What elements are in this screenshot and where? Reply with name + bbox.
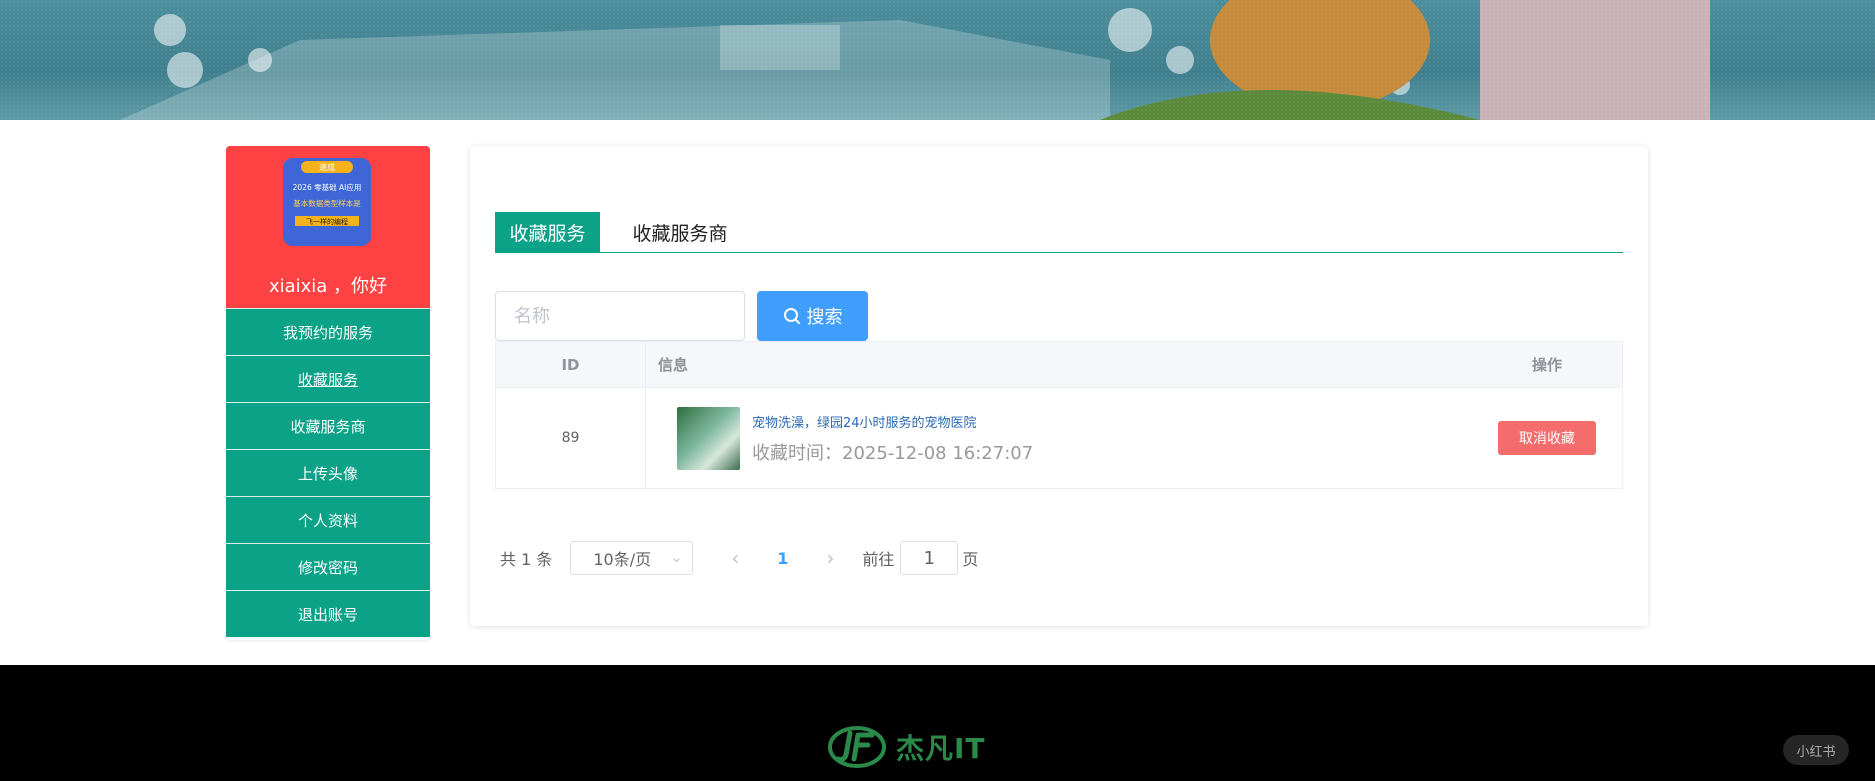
page-number-current[interactable]: 1: [755, 549, 810, 568]
page-footer: 杰凡IT 小红书: [0, 665, 1875, 781]
favorite-time: 收藏时间：2025-12-08 16:27:07: [752, 442, 1034, 464]
pagination-total: 共 1 条: [500, 550, 553, 569]
search-input[interactable]: [495, 291, 745, 341]
profile-panel: 速成 2026 零基础 AI应用 基本数据类型样本是 飞一样的编程 xiaixi…: [226, 146, 430, 308]
search-icon: [783, 308, 800, 324]
avatar-caption-3: 基本数据类型样本是: [293, 198, 361, 208]
sidebar-item-label: 收藏服务商: [290, 417, 366, 436]
sidebar-item-logout[interactable]: 退出账号: [226, 590, 430, 637]
sidebar-item-profile[interactable]: 个人资料: [226, 496, 430, 543]
banner-illustration: [120, 0, 1710, 120]
page-size-select[interactable]: 10条/页 ⌄: [570, 541, 694, 575]
goto-suffix: 页: [962, 550, 979, 569]
sidebar-item-label: 个人资料: [297, 511, 358, 530]
row-actions: 取消收藏: [1472, 388, 1622, 488]
sidebar-item-label: 退出账号: [297, 605, 358, 624]
goto-page-input[interactable]: [900, 541, 959, 575]
row-info-text: 宠物洗澡，绿园24小时服务的宠物医院 收藏时间：2025-12-08 16:27…: [752, 412, 1033, 465]
pagination: 共 1 条 10条/页 ⌄ ‹ 1 › 前往 页: [500, 540, 978, 576]
tab-favorite-providers[interactable]: 收藏服务商: [615, 212, 745, 252]
search-button-label: 搜索: [806, 307, 843, 328]
row-id: 89: [496, 388, 646, 488]
tab-bar: 收藏服务 收藏服务商: [495, 212, 1623, 253]
chevron-down-icon: ⌄: [670, 550, 683, 566]
sidebar-item-my-bookings[interactable]: 我预约的服务: [226, 308, 430, 355]
avatar-caption-1: 速成: [319, 162, 335, 172]
brand-logo-text: 杰凡IT: [896, 732, 986, 765]
tab-favorite-services[interactable]: 收藏服务: [495, 212, 600, 252]
user-greeting: xiaixia ，你好: [268, 276, 388, 297]
table-header: ID 信息 操作: [496, 342, 1622, 388]
sidebar-item-favorite-providers[interactable]: 收藏服务商: [226, 402, 430, 449]
header-banner: [0, 0, 1875, 120]
sidebar-item-label: 收藏服务: [297, 370, 358, 389]
goto-prefix: 前往: [862, 550, 895, 569]
column-header-actions: 操作: [1531, 356, 1562, 374]
service-thumbnail[interactable]: [677, 406, 740, 470]
search-button[interactable]: 搜索: [757, 291, 868, 341]
avatar-image: 速成 2026 零基础 AI应用 基本数据类型样本是 飞一样的编程: [283, 158, 371, 246]
page-size-value: 10条/页: [593, 550, 652, 569]
user-sidebar: 速成 2026 零基础 AI应用 基本数据类型样本是 飞一样的编程 xiaixi…: [226, 146, 430, 640]
sidebar-item-change-password[interactable]: 修改密码: [226, 543, 430, 590]
sidebar-item-label: 我预约的服务: [282, 323, 373, 342]
avatar-caption-4: 飞一样的编程: [306, 217, 348, 226]
row-info: 宠物洗澡，绿园24小时服务的宠物医院 收藏时间：2025-12-08 16:27…: [646, 388, 1472, 488]
sidebar-item-label: 上传头像: [297, 464, 358, 483]
avatar-caption-2: 2026 零基础 AI应用: [293, 182, 362, 192]
sidebar-item-upload-avatar[interactable]: 上传头像: [226, 449, 430, 496]
column-header-id: ID: [496, 342, 646, 387]
cancel-favorite-button[interactable]: 取消收藏: [1498, 421, 1596, 455]
footer-logo: 杰凡IT: [828, 725, 986, 769]
watermark: 小红书: [1783, 735, 1849, 765]
column-header-info: 信息: [658, 356, 689, 374]
next-page-icon[interactable]: ›: [810, 546, 850, 570]
sidebar-item-label: 修改密码: [297, 558, 358, 577]
brand-logo-icon: [828, 726, 886, 768]
avatar: 速成 2026 零基础 AI应用 基本数据类型样本是 飞一样的编程: [283, 158, 371, 246]
prev-page-icon[interactable]: ‹: [715, 546, 755, 570]
sidebar-item-favorite-services[interactable]: 收藏服务: [226, 355, 430, 402]
main-card: 收藏服务 收藏服务商 搜索 ID 信息 操作 89 宠物洗澡，绿园24小时服务的…: [470, 146, 1648, 626]
favorites-table: ID 信息 操作 89 宠物洗澡，绿园24小时服务的宠物医院 收藏时间：2025…: [495, 341, 1623, 489]
table-row: 89 宠物洗澡，绿园24小时服务的宠物医院 收藏时间：2025-12-08 16…: [496, 388, 1622, 488]
service-title-link[interactable]: 宠物洗澡，绿园24小时服务的宠物医院: [752, 412, 1033, 431]
